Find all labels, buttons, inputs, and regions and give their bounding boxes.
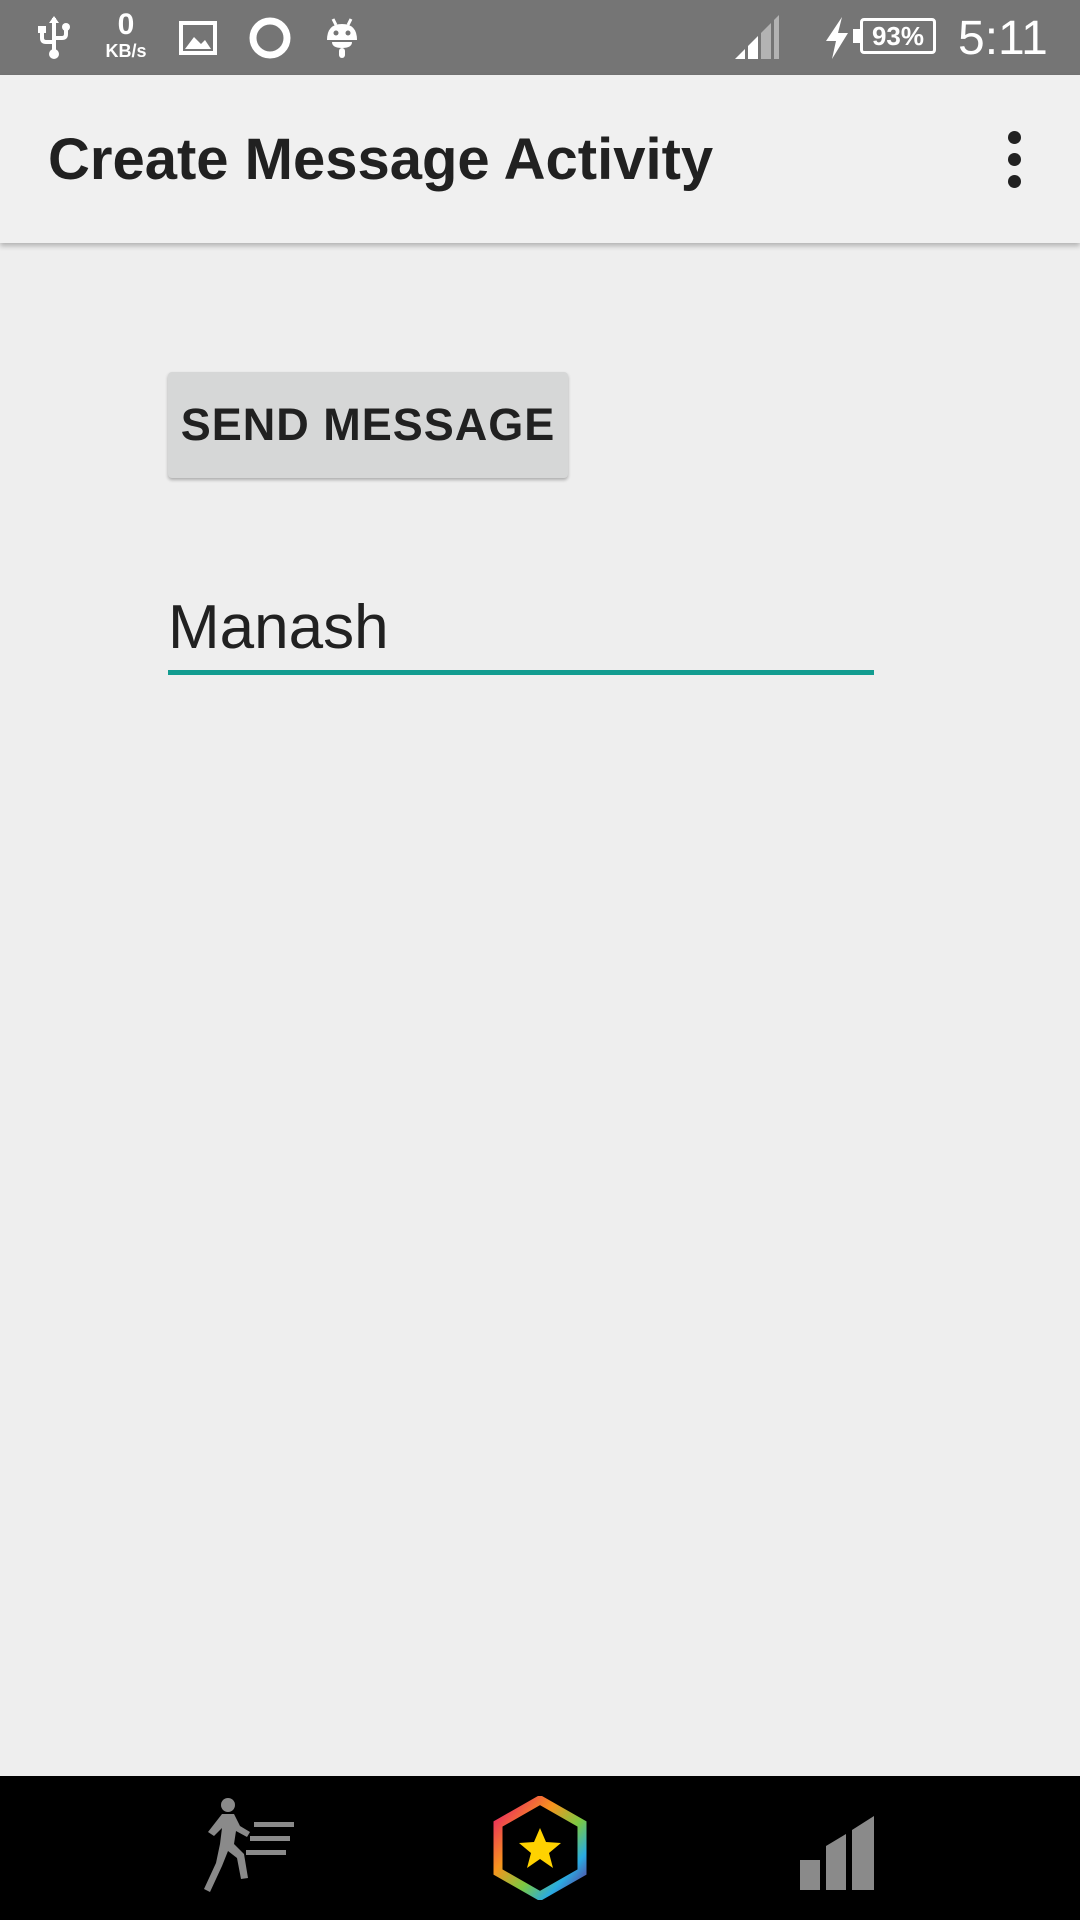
page-title: Create Message Activity [48, 127, 714, 192]
android-icon [322, 0, 362, 75]
network-speed-indicator: 0 KB/s [96, 8, 156, 61]
message-input[interactable] [168, 585, 874, 669]
sync-ring-icon [246, 0, 294, 75]
bottom-bar [0, 1776, 1080, 1920]
more-vert-icon-dot [1007, 174, 1021, 188]
signal-icon [732, 0, 784, 75]
running-icon[interactable] [200, 1776, 300, 1920]
message-field[interactable] [168, 585, 874, 675]
status-clock: 5:11 [958, 12, 1048, 65]
hexagon-star-icon[interactable] [490, 1776, 590, 1920]
network-speed-value: 0 [117, 8, 135, 41]
charging-icon [822, 0, 852, 75]
usb-icon [34, 0, 74, 75]
status-bar: 0 KB/s 93% 5:11 [0, 0, 1080, 75]
more-vert-icon-dot [1007, 152, 1021, 166]
screen: 0 KB/s 93% 5:11 Create Message Activity … [0, 0, 1080, 1920]
app-bar: Create Message Activity [0, 75, 1080, 243]
image-icon [178, 0, 218, 75]
overflow-menu-button[interactable] [984, 117, 1044, 201]
bar-chart-icon[interactable] [788, 1776, 888, 1920]
battery-indicator: 93% [860, 18, 936, 54]
network-speed-unit: KB/s [105, 41, 147, 61]
more-vert-icon [1007, 130, 1021, 144]
send-message-button[interactable]: SEND MESSAGE [168, 372, 568, 478]
